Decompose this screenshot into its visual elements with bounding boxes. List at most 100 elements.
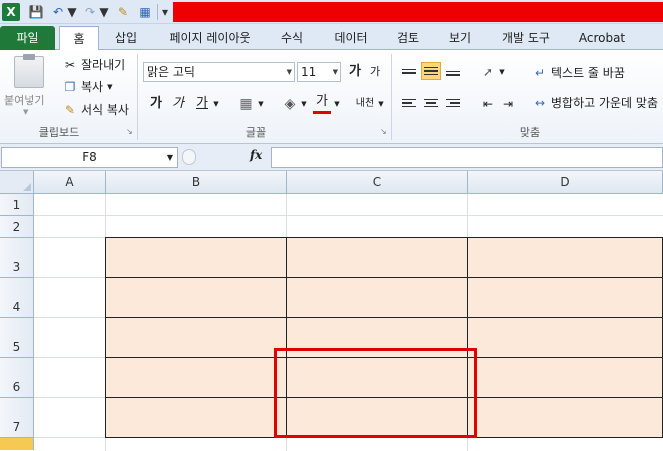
insert-function-button[interactable]: fx xyxy=(250,148,262,162)
fill-color-dropdown-icon[interactable]: ▼ xyxy=(300,94,308,114)
cell-d7[interactable] xyxy=(468,398,663,438)
tab-insert[interactable]: 삽입 xyxy=(108,26,144,50)
font-size-select[interactable]: 11 ▼ xyxy=(297,62,341,82)
orientation-icon[interactable]: ➚ xyxy=(478,62,498,82)
decrease-indent-icon[interactable]: ⇤ xyxy=(479,94,497,114)
align-middle-button[interactable] xyxy=(421,62,441,80)
align-top-button[interactable] xyxy=(399,62,419,80)
gridline xyxy=(34,357,106,358)
font-family-dropdown-icon[interactable]: ▼ xyxy=(287,63,292,81)
column-header-c[interactable]: C xyxy=(287,171,468,194)
bold-button[interactable]: 가 xyxy=(148,94,164,114)
cut-label: 잘라내기 xyxy=(81,58,126,72)
cell-b4[interactable] xyxy=(106,278,287,318)
undo-dropdown-icon[interactable]: ▼ xyxy=(67,3,76,21)
cut-button[interactable]: ✂ 잘라내기 xyxy=(62,56,125,73)
redo-dropdown-icon[interactable]: ▼ xyxy=(99,3,108,21)
format-painter-button[interactable]: ✎ 서식 복사 xyxy=(62,101,129,118)
cell-b6[interactable] xyxy=(106,358,287,398)
row-header-8[interactable] xyxy=(0,438,34,450)
orientation-dropdown-icon[interactable]: ▼ xyxy=(498,62,506,82)
font-color-dropdown-icon[interactable]: ▼ xyxy=(333,94,341,114)
paste-icon[interactable] xyxy=(14,54,44,88)
cell-c6[interactable] xyxy=(287,358,468,398)
cell-b5[interactable] xyxy=(106,318,287,358)
tab-acrobat[interactable]: Acrobat xyxy=(574,26,630,50)
clipboard-launcher-icon[interactable]: ↘ xyxy=(126,127,133,136)
name-box-dropdown-icon[interactable]: ▼ xyxy=(167,148,173,167)
underline-button[interactable]: 가 xyxy=(193,94,211,114)
font-launcher-icon[interactable]: ↘ xyxy=(380,127,387,136)
paste-dropdown-icon[interactable]: ▼ xyxy=(23,108,28,116)
copy-dropdown-icon[interactable]: ▼ xyxy=(107,83,112,91)
cell-c5[interactable] xyxy=(287,318,468,358)
cell-d4[interactable] xyxy=(468,278,663,318)
underline-dropdown-icon[interactable]: ▼ xyxy=(212,94,220,114)
column-header-d[interactable]: D xyxy=(468,171,663,194)
tab-formulas[interactable]: 수식 xyxy=(274,26,310,50)
row-header-2[interactable]: 2 xyxy=(0,216,34,238)
cell-c3[interactable] xyxy=(287,238,468,278)
increase-indent-icon[interactable]: ⇥ xyxy=(499,94,517,114)
cell-d3[interactable] xyxy=(468,238,663,278)
column-header-a[interactable]: A xyxy=(34,171,106,194)
border-icon[interactable]: ▦ xyxy=(237,94,255,114)
cell-c7[interactable] xyxy=(287,398,468,438)
format-painter-icon[interactable]: ✎ xyxy=(114,3,132,21)
select-all-button[interactable] xyxy=(0,171,34,194)
formula-bar: F8 ▼ fx xyxy=(0,144,663,171)
gridline xyxy=(34,437,106,438)
align-right-button[interactable] xyxy=(443,94,463,112)
phonetic-dropdown-icon[interactable]: ▼ xyxy=(377,94,385,114)
undo-icon[interactable]: ↶ xyxy=(50,3,66,21)
formula-bar-grip[interactable] xyxy=(182,149,196,165)
wrap-text-button[interactable]: ↵ 텍스트 줄 바꿈 xyxy=(532,64,625,81)
excel-icon[interactable]: X xyxy=(2,3,20,21)
wrap-text-label: 텍스트 줄 바꿈 xyxy=(551,66,625,80)
copy-label: 복사 xyxy=(81,80,104,94)
tab-data[interactable]: 데이터 xyxy=(326,26,376,50)
name-box[interactable]: F8 ▼ xyxy=(1,147,178,168)
font-family-select[interactable]: 맑은 고딕 ▼ xyxy=(143,62,295,82)
align-left-button[interactable] xyxy=(399,94,419,112)
gridline xyxy=(34,215,663,216)
tab-view[interactable]: 보기 xyxy=(442,26,478,50)
copy-button[interactable]: ❐ 복사 ▼ xyxy=(62,78,113,95)
row-header-1[interactable]: 1 xyxy=(0,194,34,216)
row-header-5[interactable]: 5 xyxy=(0,318,34,358)
tab-developer[interactable]: 개발 도구 xyxy=(494,26,558,50)
phonetic-button[interactable]: 내천 xyxy=(355,94,375,114)
italic-button[interactable]: 가 xyxy=(170,94,186,114)
shrink-font-button[interactable]: 가 xyxy=(366,62,384,82)
tab-page-layout[interactable]: 페이지 레이아웃 xyxy=(158,26,262,50)
format-painter-label: 서식 복사 xyxy=(81,103,129,117)
row-header-4[interactable]: 4 xyxy=(0,278,34,318)
cell-b7[interactable] xyxy=(106,398,287,438)
redo-icon[interactable]: ↷ xyxy=(82,3,98,21)
row-header-3[interactable]: 3 xyxy=(0,238,34,278)
merge-center-button[interactable]: ↔ 병합하고 가운데 맞춤 xyxy=(532,94,658,111)
tab-review[interactable]: 검토 xyxy=(390,26,426,50)
row-header-7[interactable]: 7 xyxy=(0,398,34,438)
fill-color-icon[interactable]: ◈ xyxy=(281,94,299,114)
customize-toolbar-icon[interactable]: ▾ xyxy=(160,3,170,21)
tab-home[interactable]: 홈 xyxy=(59,26,99,51)
cell-d6[interactable] xyxy=(468,358,663,398)
formula-input[interactable] xyxy=(271,147,663,168)
font-color-button[interactable]: 가 xyxy=(313,94,331,114)
row-header-6[interactable]: 6 xyxy=(0,358,34,398)
save-icon[interactable]: 💾 xyxy=(28,3,44,21)
cell-c4[interactable] xyxy=(287,278,468,318)
column-header-b[interactable]: B xyxy=(106,171,287,194)
align-bottom-button[interactable] xyxy=(443,64,463,82)
font-size-dropdown-icon[interactable]: ▼ xyxy=(333,63,338,81)
cell-d5[interactable] xyxy=(468,318,663,358)
paste-button[interactable]: 붙여넣기 xyxy=(4,92,44,108)
border-dropdown-icon[interactable]: ▼ xyxy=(257,94,265,114)
align-center-button[interactable] xyxy=(421,94,441,112)
tab-file[interactable]: 파일 xyxy=(0,26,55,50)
grow-font-button[interactable]: 가 xyxy=(346,62,364,82)
table-icon[interactable]: ▦ xyxy=(136,3,154,21)
font-group-label: 글꼴 xyxy=(245,126,267,139)
cell-b3[interactable] xyxy=(106,238,287,278)
